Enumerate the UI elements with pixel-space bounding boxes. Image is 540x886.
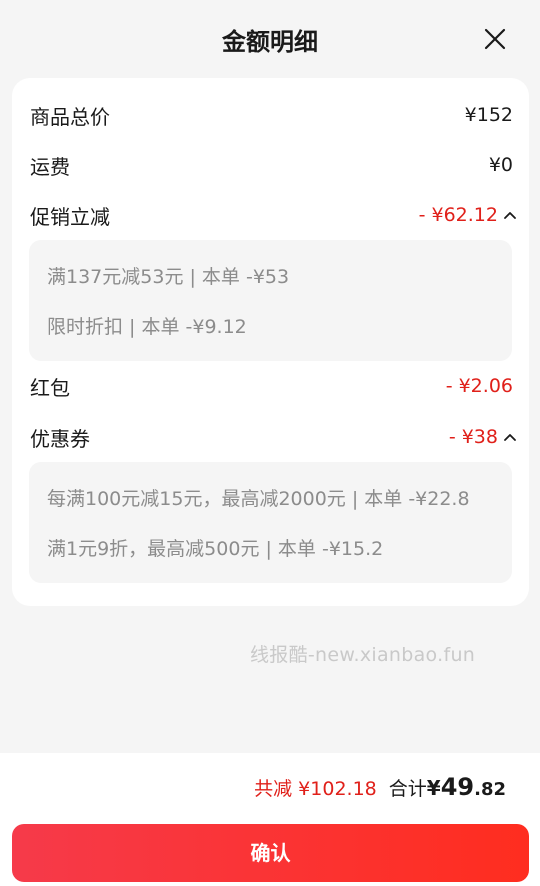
- total-currency: ¥: [426, 776, 441, 800]
- amount-detail-sheet: 金额明细 商品总价 ¥152 运费 ¥0 促销立减 - ¥62.12 满137元…: [0, 0, 540, 886]
- coupon-label: 优惠券: [30, 426, 90, 451]
- footer-bar: 共减 ¥102.18 合计 ¥ 49 .82 确认: [0, 753, 540, 886]
- coupon-detail-box: 每满100元减15元，最高减2000元 | 本单 -¥22.8 满1元9折，最高…: [29, 462, 512, 583]
- coupon-detail-item: 满1元9折，最高减500元 | 本单 -¥15.2: [47, 538, 384, 560]
- coupon-amount-group: - ¥38: [448, 426, 516, 448]
- price-breakdown-card: 商品总价 ¥152 运费 ¥0 促销立减 - ¥62.12 满137元减53元 …: [12, 78, 529, 606]
- promotion-detail-item: 满137元减53元 | 本单 -¥53: [47, 266, 290, 288]
- sheet-title: 金额明细: [222, 28, 318, 56]
- close-button[interactable]: [480, 24, 510, 54]
- promotion-amount: - ¥62.12: [418, 204, 498, 226]
- red-packet-label: 红包: [30, 375, 70, 400]
- total-saved: 共减 ¥102.18: [254, 778, 377, 800]
- promotion-amount-group: - ¥62.12: [418, 204, 516, 226]
- chevron-up-icon[interactable]: [503, 208, 517, 222]
- promotion-detail-item: 限时折扣 | 本单 -¥9.12: [47, 316, 247, 338]
- goods-total-label: 商品总价: [30, 104, 110, 129]
- goods-total-row: 商品总价 ¥152: [30, 100, 513, 130]
- red-packet-row: 红包 - ¥2.06: [30, 371, 513, 401]
- goods-total-amount: ¥152: [464, 104, 513, 126]
- promotion-detail-box: 满137元减53元 | 本单 -¥53 限时折扣 | 本单 -¥9.12: [29, 240, 512, 361]
- total-integer: 49: [440, 773, 475, 801]
- shipping-row: 运费 ¥0: [30, 150, 513, 180]
- total-decimal: .82: [474, 779, 506, 800]
- close-icon: [484, 28, 506, 50]
- watermark-text: 线报酷-new.xianbao.fun: [250, 644, 476, 666]
- chevron-up-icon[interactable]: [503, 430, 517, 444]
- shipping-amount: ¥0: [488, 154, 513, 176]
- confirm-button[interactable]: 确认: [12, 824, 529, 882]
- promotion-label: 促销立减: [30, 204, 110, 229]
- shipping-label: 运费: [30, 154, 70, 179]
- coupon-row[interactable]: 优惠券 - ¥38: [30, 422, 516, 452]
- coupon-detail-item: 每满100元减15元，最高减2000元 | 本单 -¥22.8: [47, 488, 470, 510]
- red-packet-amount: - ¥2.06: [445, 375, 513, 397]
- coupon-amount: - ¥38: [448, 426, 498, 448]
- promotion-row[interactable]: 促销立减 - ¥62.12: [30, 200, 516, 230]
- total-label: 合计: [388, 778, 427, 800]
- price-summary: 共减 ¥102.18 合计 ¥ 49 .82: [254, 773, 506, 801]
- sheet-header: 金额明细: [0, 0, 540, 78]
